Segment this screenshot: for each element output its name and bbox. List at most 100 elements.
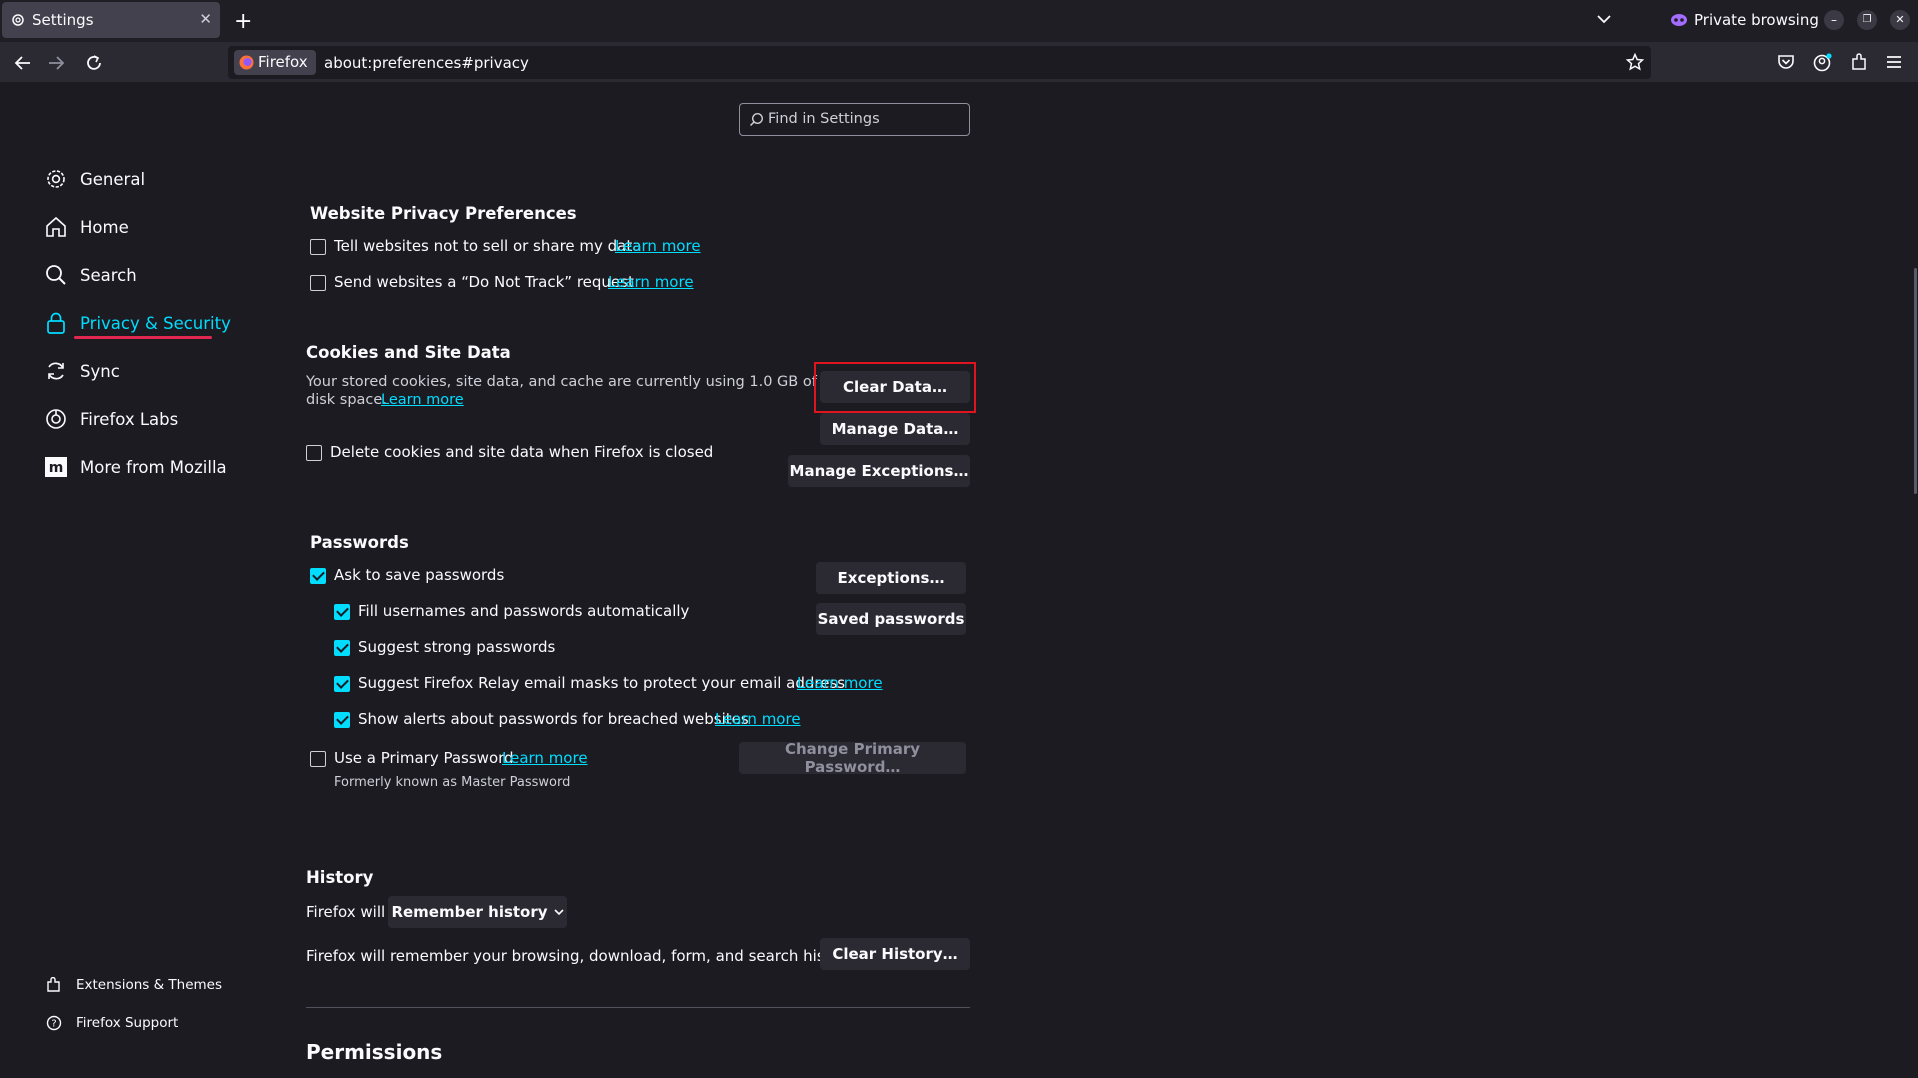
tab-settings[interactable]: Settings ✕ xyxy=(2,2,220,38)
private-browsing-label: Private browsing xyxy=(1694,11,1819,29)
do-not-track-label: Send websites a “Do Not Track” request xyxy=(334,273,634,291)
home-icon xyxy=(44,215,68,239)
do-not-sell-label: Tell websites not to sell or share my da… xyxy=(334,237,642,255)
plus-icon[interactable]: + xyxy=(234,9,252,34)
sidebar-item-more-from-mozilla[interactable]: m More from Mozilla xyxy=(44,453,227,481)
ask-to-save-label: Ask to save passwords xyxy=(334,566,505,584)
do-not-track-checkbox[interactable] xyxy=(310,275,326,291)
sidebar-item-home[interactable]: Home xyxy=(44,213,129,241)
learn-more-link[interactable]: Learn more xyxy=(615,237,701,255)
primary-password-label: Use a Primary Password xyxy=(334,749,514,767)
learn-more-link[interactable]: Learn more xyxy=(797,674,883,692)
star-icon[interactable] xyxy=(1626,53,1644,71)
password-exceptions-button[interactable]: Exceptions… xyxy=(816,562,966,594)
restore-icon[interactable]: ❐ xyxy=(1857,10,1877,30)
cookies-heading: Cookies and Site Data xyxy=(306,343,511,362)
sidebar-item-search[interactable]: Search xyxy=(44,261,137,289)
forward-icon[interactable] xyxy=(48,55,66,71)
sidebar-item-firefox-labs[interactable]: Firefox Labs xyxy=(44,405,178,433)
sidebar-item-privacy-security[interactable]: Privacy & Security xyxy=(44,309,231,337)
delete-cookies-label: Delete cookies and site data when Firefo… xyxy=(330,443,714,461)
sidebar-item-label: Privacy & Security xyxy=(80,313,231,333)
private-mask-icon xyxy=(1671,14,1687,26)
fill-automatically-label: Fill usernames and passwords automatical… xyxy=(358,602,690,620)
relay-masks-label: Suggest Firefox Relay email masks to pro… xyxy=(358,674,846,692)
back-icon[interactable] xyxy=(13,55,31,71)
learn-more-link[interactable]: Learn more xyxy=(715,710,801,728)
identity-box[interactable]: Firefox xyxy=(234,50,316,75)
sidebar-item-label: Sync xyxy=(80,361,120,381)
identity-label: Firefox xyxy=(258,53,308,71)
svg-text:m: m xyxy=(49,460,64,476)
history-heading: History xyxy=(306,868,374,887)
formerly-known-note: Formerly known as Master Password xyxy=(334,775,571,790)
menu-icon[interactable] xyxy=(1886,55,1902,69)
manage-exceptions-button[interactable]: Manage Exceptions… xyxy=(788,455,970,487)
saved-passwords-button[interactable]: Saved passwords xyxy=(816,603,966,635)
delete-cookies-checkbox[interactable] xyxy=(306,445,322,461)
extensions-icon[interactable] xyxy=(1850,53,1868,71)
sidebar-item-label: More from Mozilla xyxy=(80,457,227,477)
fill-automatically-checkbox[interactable] xyxy=(334,604,350,620)
sidebar-footer-extensions-themes[interactable]: Extensions & Themes xyxy=(46,977,222,993)
close-window-icon[interactable]: ✕ xyxy=(1890,10,1910,30)
ask-to-save-checkbox[interactable] xyxy=(310,568,326,584)
section-divider xyxy=(306,1007,970,1008)
search-icon xyxy=(749,112,764,127)
lock-icon xyxy=(44,311,68,335)
url-text[interactable]: about:preferences#privacy xyxy=(324,54,529,72)
clear-history-button[interactable]: Clear History… xyxy=(820,938,970,970)
sync-icon xyxy=(44,359,68,383)
sidebar-footer-firefox-support[interactable]: ? Firefox Support xyxy=(46,1015,178,1031)
learn-more-link[interactable]: Learn more xyxy=(502,749,588,767)
tab-strip xyxy=(0,0,1918,42)
permissions-heading: Permissions xyxy=(306,1040,443,1064)
firefox-logo-icon xyxy=(239,55,254,70)
do-not-sell-checkbox[interactable] xyxy=(310,239,326,255)
scrollbar-thumb[interactable] xyxy=(1914,268,1917,494)
pocket-icon[interactable] xyxy=(1777,54,1795,70)
highlight-box xyxy=(814,362,976,413)
suggest-strong-label: Suggest strong passwords xyxy=(358,638,556,656)
cookies-description-2: disk space. xyxy=(306,392,387,408)
find-in-settings-input[interactable]: Find in Settings xyxy=(739,103,970,136)
puzzle-icon xyxy=(47,977,60,992)
relay-masks-checkbox[interactable] xyxy=(334,676,350,692)
history-description: Firefox will remember your browsing, dow… xyxy=(306,947,858,965)
search-placeholder: Find in Settings xyxy=(768,111,880,127)
breach-alerts-checkbox[interactable] xyxy=(334,712,350,728)
passwords-heading: Passwords xyxy=(310,533,409,552)
sidebar-item-label: Home xyxy=(80,217,129,237)
close-icon[interactable]: ✕ xyxy=(199,10,212,28)
learn-more-link[interactable]: Learn more xyxy=(381,392,464,408)
sidebar-item-label: Search xyxy=(80,265,137,285)
footer-label: Firefox Support xyxy=(76,1015,179,1031)
search-icon xyxy=(44,263,68,287)
suggest-strong-checkbox[interactable] xyxy=(334,640,350,656)
primary-password-checkbox[interactable] xyxy=(310,751,326,767)
sidebar-item-sync[interactable]: Sync xyxy=(44,357,120,385)
gear-icon xyxy=(44,167,68,191)
reload-icon[interactable] xyxy=(85,54,103,72)
manage-data-button[interactable]: Manage Data… xyxy=(820,413,970,445)
minimize-icon[interactable]: – xyxy=(1824,10,1844,30)
chevron-down-icon[interactable] xyxy=(1597,14,1611,24)
help-icon: ? xyxy=(46,1015,62,1031)
sidebar-item-label: General xyxy=(80,169,146,189)
cookies-description: Your stored cookies, site data, and cach… xyxy=(306,374,817,390)
history-mode-dropdown[interactable]: Remember history xyxy=(388,896,567,928)
chevron-down-icon xyxy=(553,908,564,915)
footer-label: Extensions & Themes xyxy=(76,977,223,993)
change-primary-password-button[interactable]: Change Primary Password… xyxy=(739,740,966,776)
selected-item-underline xyxy=(74,336,212,339)
account-icon[interactable] xyxy=(1813,53,1833,72)
sidebar-item-general[interactable]: General xyxy=(44,165,145,193)
firefox-will-label: Firefox will xyxy=(306,903,386,921)
learn-more-link[interactable]: Learn more xyxy=(608,273,694,291)
tab-title: Settings xyxy=(32,11,94,29)
mozilla-icon: m xyxy=(44,455,68,479)
breach-alerts-label: Show alerts about passwords for breached… xyxy=(358,710,749,728)
svg-text:?: ? xyxy=(51,1019,56,1030)
sidebar-item-label: Firefox Labs xyxy=(80,409,179,429)
history-mode-value: Remember history xyxy=(391,903,548,921)
